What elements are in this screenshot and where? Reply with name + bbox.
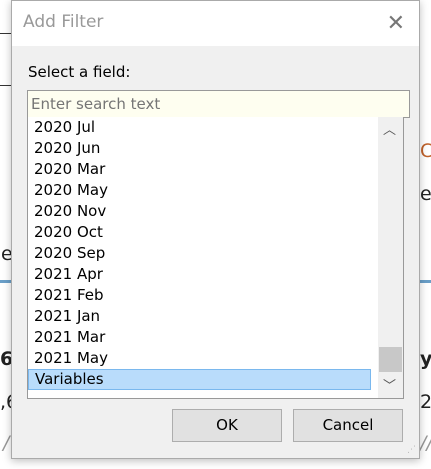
list-item[interactable]: 2020 Oct [28, 222, 371, 243]
search-input[interactable] [27, 90, 410, 118]
list-item[interactable]: Variables [28, 369, 371, 390]
scrollbar-thumb[interactable] [379, 347, 402, 372]
title-bar: Add Filter ✕ [12, 1, 419, 46]
list-item[interactable]: 2021 Apr [28, 264, 371, 285]
list-item[interactable]: 2020 Mar [28, 159, 371, 180]
list-item[interactable]: 2020 Sep [28, 243, 371, 264]
list-item[interactable]: 2021 May [28, 348, 371, 369]
bg-text: 2, [420, 391, 431, 413]
bg-text: // [420, 432, 431, 454]
bg-text: C [420, 140, 431, 162]
list-item[interactable]: 2021 Mar [28, 327, 371, 348]
field-list[interactable]: 2020 Jul 2020 Jun 2020 Mar 2020 May 2020 Nov… [27, 117, 404, 399]
bg-line [0, 33, 11, 34]
list-item[interactable]: 2020 May [28, 180, 371, 201]
list-item[interactable]: 2020 Jun [28, 138, 371, 159]
ok-button[interactable]: OK [172, 409, 282, 442]
bg-text: el [420, 183, 431, 205]
close-icon[interactable]: ✕ [387, 11, 405, 36]
bg-text: y [420, 348, 431, 370]
list-item[interactable]: 2020 Jul [28, 117, 371, 138]
add-filter-dialog: Add Filter ✕ Select a field: 2020 Jul202… [11, 0, 420, 459]
dialog-title: Add Filter [23, 12, 104, 32]
bg-line [0, 85, 11, 86]
list-item[interactable]: 2020 Nov [28, 201, 371, 222]
list-item[interactable]: 2021 Feb [28, 285, 371, 306]
chevron-up-icon[interactable]: ︿ [383, 119, 396, 138]
bg-text: / [3, 432, 10, 454]
list-item[interactable]: 2021 Jan [28, 306, 371, 327]
resize-grip-icon[interactable]: ⋰ [407, 445, 416, 455]
chevron-down-icon[interactable]: ﹀ [383, 375, 396, 394]
scrollbar[interactable]: ︿ ﹀ [378, 117, 403, 398]
field-label: Select a field: [28, 63, 131, 81]
cancel-button[interactable]: Cancel [293, 409, 403, 442]
